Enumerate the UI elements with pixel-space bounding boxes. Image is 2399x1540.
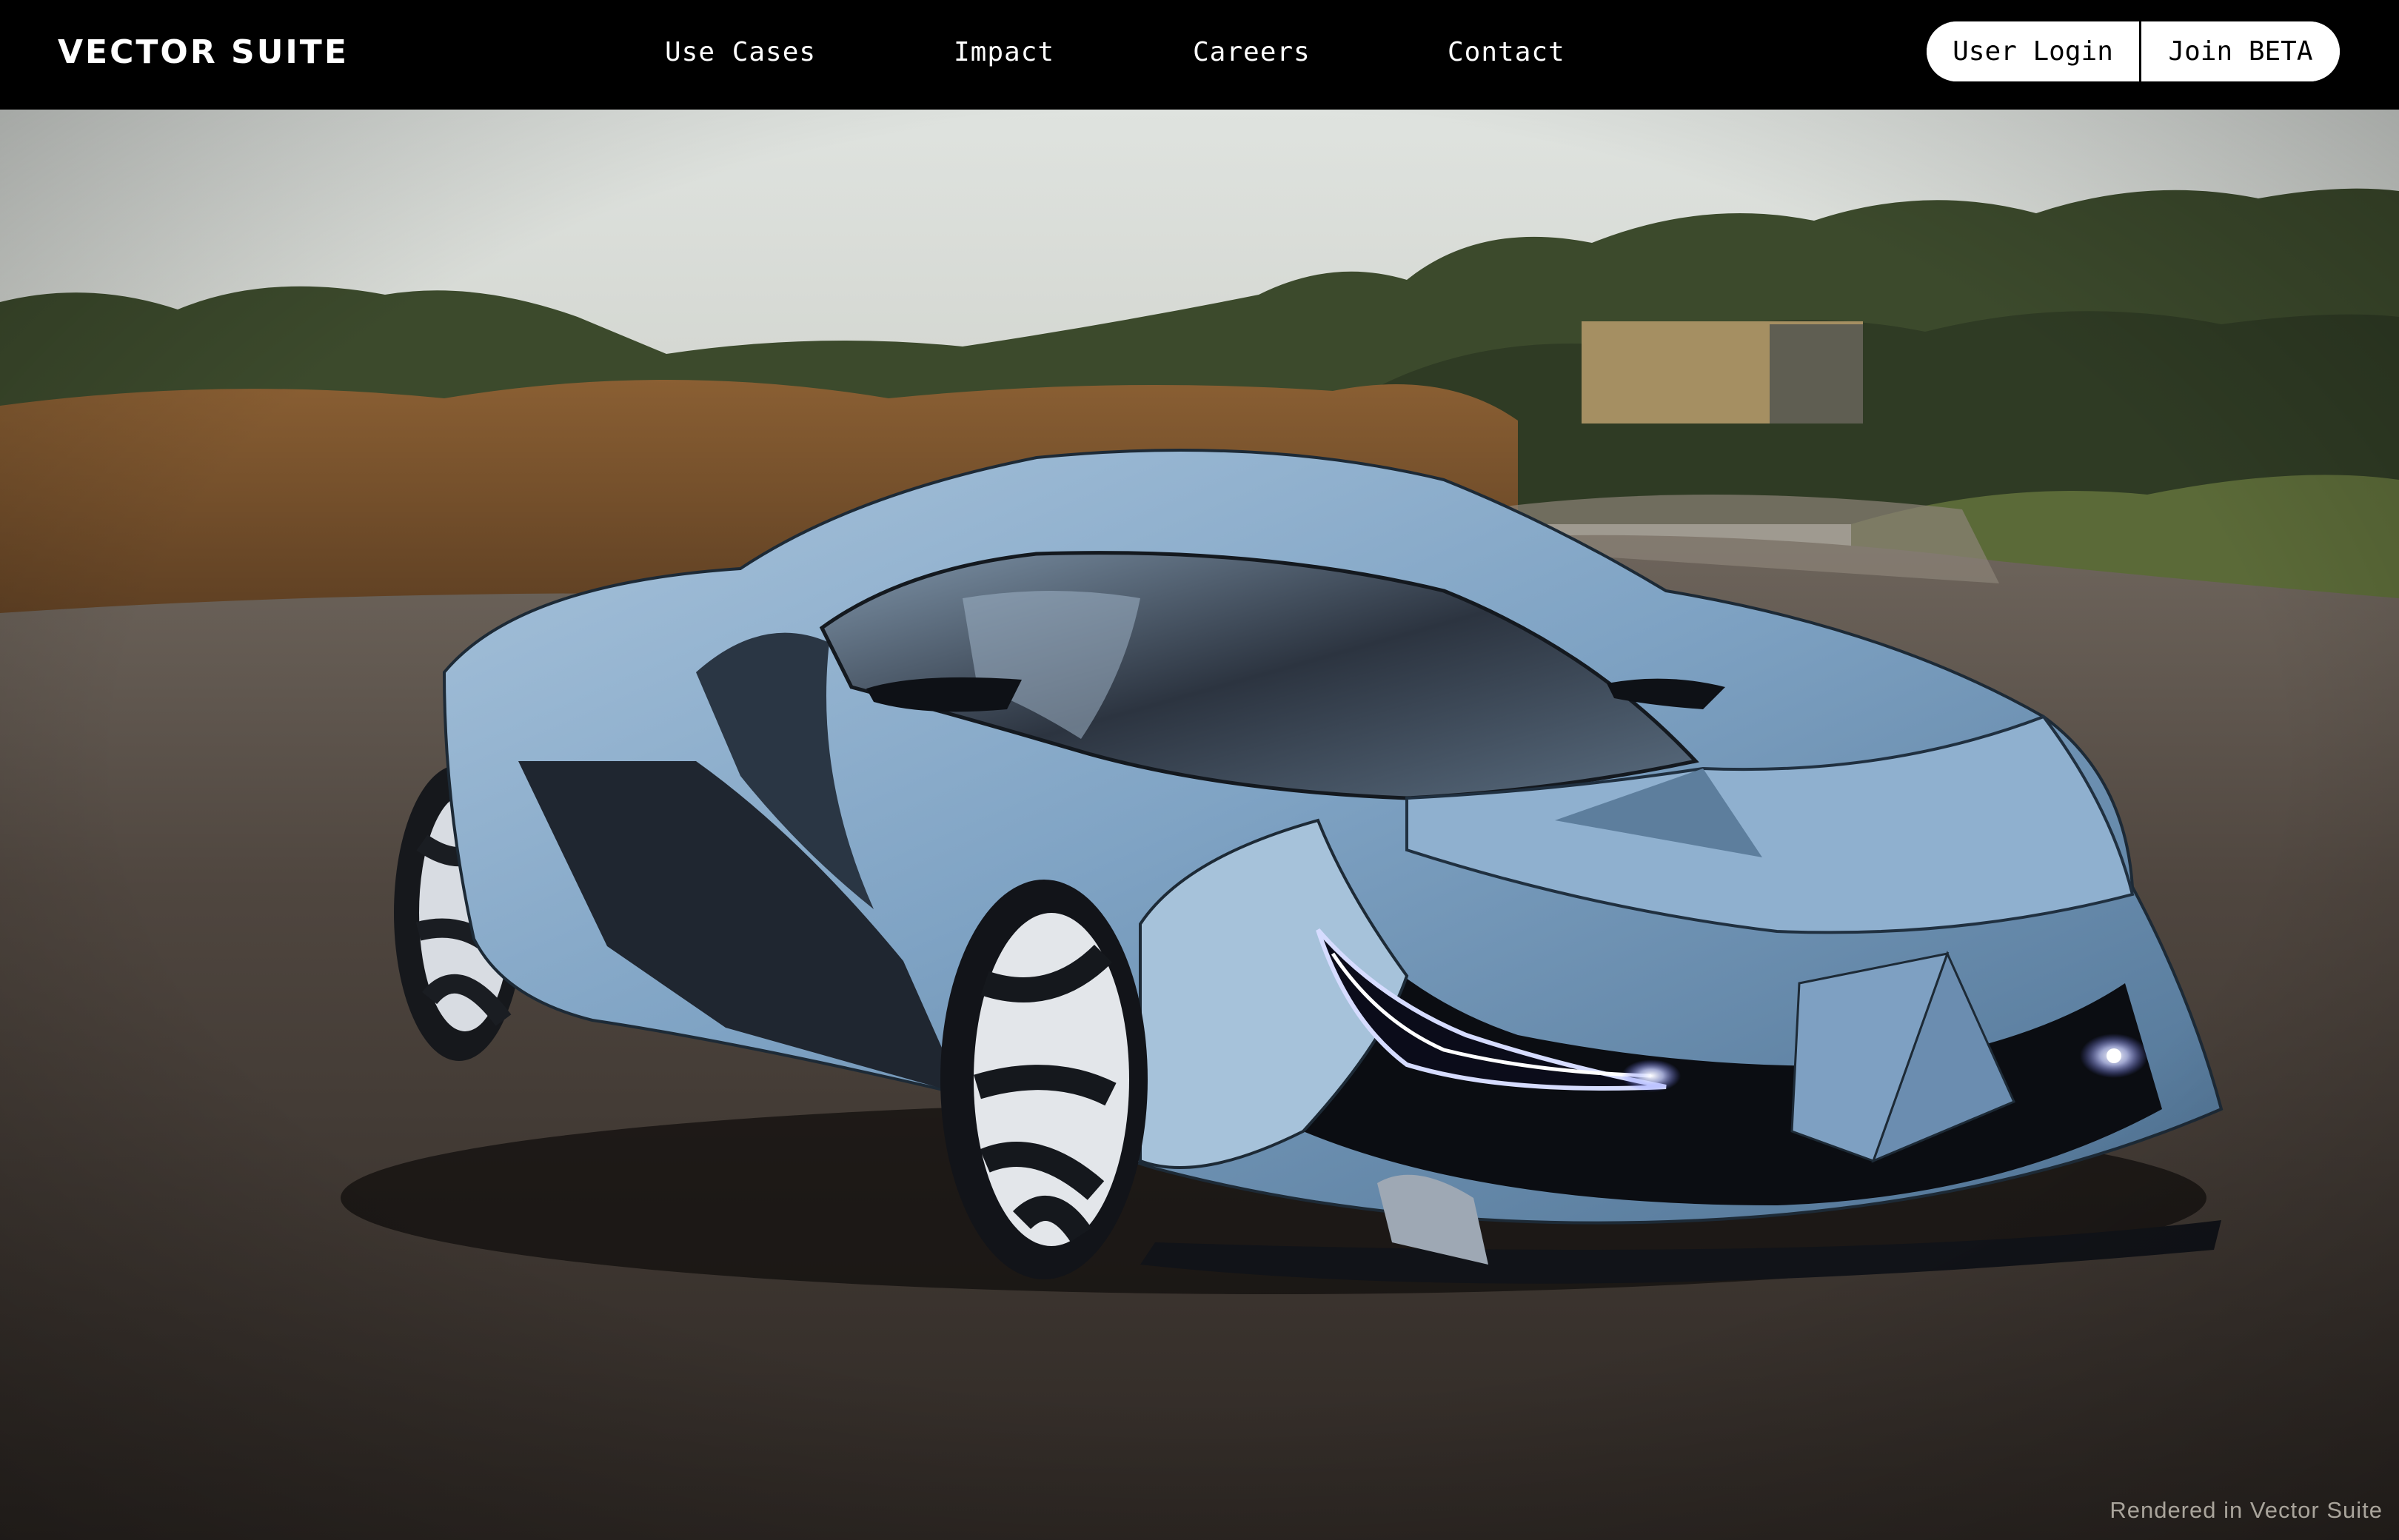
top-navigation-bar: VECTOR SUITE Use Cases Impact Careers Co… (0, 0, 2399, 110)
nav-impact[interactable]: Impact (954, 0, 1054, 104)
auth-button-group: User Login Join BETA (1927, 21, 2340, 81)
hero-image (0, 110, 2399, 1540)
brand-logo[interactable]: VECTOR SUITE (58, 0, 349, 104)
render-caption: Rendered in Vector Suite (2109, 1497, 2383, 1523)
car-render-illustration (0, 110, 2399, 1540)
nav-use-cases[interactable]: Use Cases (665, 0, 816, 104)
user-login-button[interactable]: User Login (1927, 21, 2141, 81)
nav-contact[interactable]: Contact (1448, 0, 1565, 104)
nav-careers[interactable]: Careers (1193, 0, 1311, 104)
join-beta-button[interactable]: Join BETA (2141, 21, 2340, 81)
